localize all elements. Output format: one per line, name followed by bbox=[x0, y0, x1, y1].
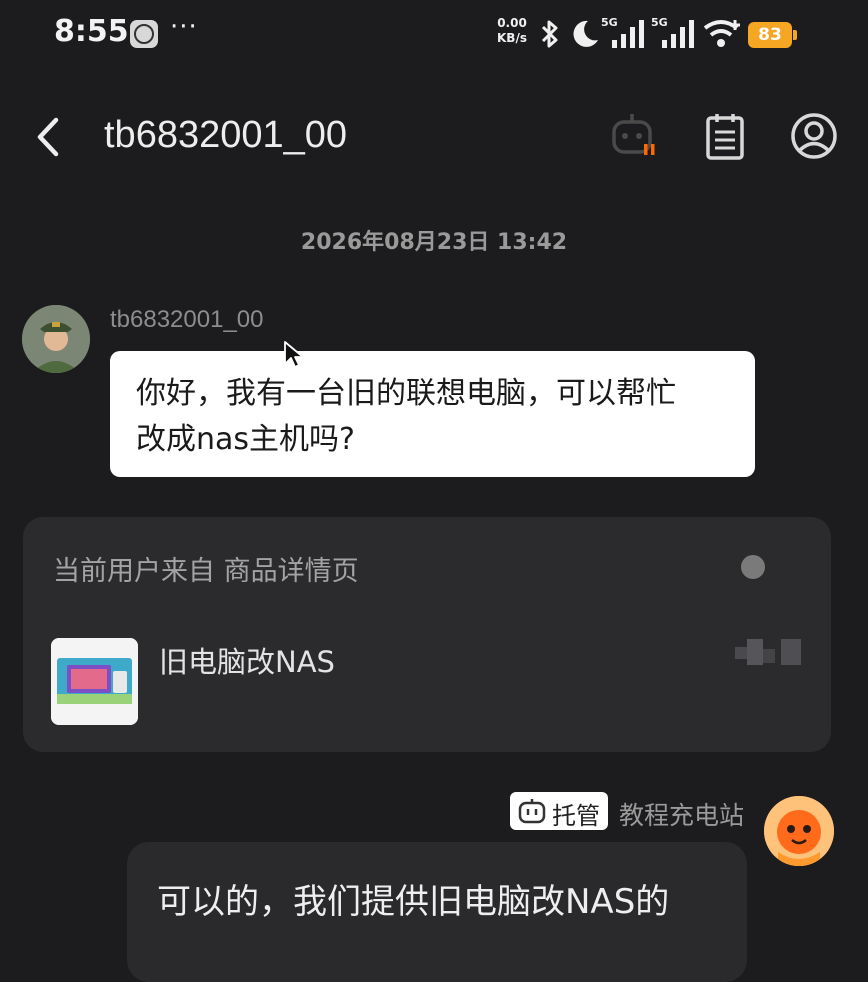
customer-avatar[interactable] bbox=[22, 305, 90, 373]
sender-name: tb6832001_00 bbox=[110, 306, 264, 333]
battery-icon: 83 bbox=[748, 22, 797, 48]
source-label: 当前用户来自 商品详情页 bbox=[53, 556, 359, 587]
notepad-icon[interactable] bbox=[700, 110, 752, 162]
product-thumbnail[interactable] bbox=[51, 638, 138, 725]
incoming-message-line-2: 改成nas主机吗? bbox=[136, 422, 355, 457]
agent-name: 教程充电站 bbox=[619, 801, 745, 830]
signal-icon bbox=[612, 20, 644, 48]
message-timestamp: 2026年08月23日 13:42 bbox=[300, 230, 568, 255]
chat-title: tb6832001_00 bbox=[104, 114, 348, 156]
status-time: 8:55 bbox=[54, 14, 129, 49]
network-speed-value: 0.00 bbox=[497, 16, 527, 30]
agent-avatar[interactable] bbox=[764, 796, 834, 866]
robot-icon[interactable] bbox=[608, 110, 660, 162]
moon-icon bbox=[573, 20, 598, 47]
managed-robot-icon bbox=[518, 799, 546, 824]
back-icon[interactable] bbox=[28, 112, 68, 162]
chat-header: tb6832001_00 bbox=[0, 92, 868, 182]
user-source-card: 当前用户来自 商品详情页 旧电脑改NAS bbox=[23, 517, 831, 752]
incoming-message-bubble[interactable]: 你好，我有一台旧的联想电脑，可以帮忙 改成nas主机吗? bbox=[110, 351, 755, 477]
network-speed: 0.00 KB/s bbox=[497, 16, 527, 46]
wifi-icon bbox=[703, 20, 740, 47]
network-speed-unit: KB/s bbox=[497, 31, 527, 45]
outgoing-message-text: 可以的，我们提供旧电脑改NAS的 bbox=[157, 882, 670, 922]
source-indicator-dot[interactable] bbox=[741, 555, 765, 579]
outgoing-message-bubble[interactable]: 可以的，我们提供旧电脑改NAS的 bbox=[127, 842, 747, 982]
incoming-message-line-1: 你好，我有一台旧的联想电脑，可以帮忙 bbox=[136, 376, 676, 411]
blurred-price bbox=[735, 639, 801, 665]
status-bar: 8:55 ··· 0.00 KB/s 5G 5G 83 bbox=[0, 0, 868, 70]
product-name[interactable]: 旧电脑改NAS bbox=[159, 639, 335, 681]
managed-label: 托管 bbox=[552, 802, 600, 830]
clock-app-icon bbox=[130, 20, 158, 48]
bluetooth-icon bbox=[541, 20, 558, 48]
user-icon[interactable] bbox=[788, 110, 840, 162]
signal-icon-2 bbox=[662, 20, 694, 48]
managed-badge: 托管 bbox=[510, 792, 608, 830]
more-notifications-icon: ··· bbox=[170, 12, 198, 42]
mouse-cursor-icon bbox=[284, 341, 304, 368]
